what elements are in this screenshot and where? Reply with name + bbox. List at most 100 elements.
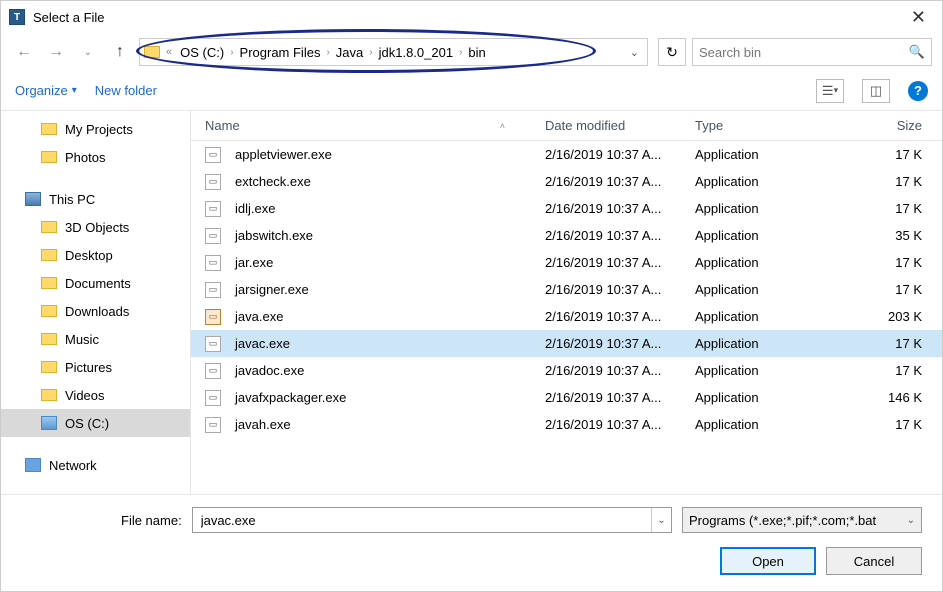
exe-icon: ▭ xyxy=(205,228,221,244)
cancel-button[interactable]: Cancel xyxy=(826,547,922,575)
refresh-button[interactable]: ↻ xyxy=(658,38,686,66)
file-type: Application xyxy=(695,201,845,216)
file-row[interactable]: ▭extcheck.exe2/16/2019 10:37 A...Applica… xyxy=(191,168,942,195)
folder-icon xyxy=(41,361,57,373)
file-row[interactable]: ▭jabswitch.exe2/16/2019 10:37 A...Applic… xyxy=(191,222,942,249)
file-row[interactable]: ▭idlj.exe2/16/2019 10:37 A...Application… xyxy=(191,195,942,222)
back-button[interactable]: ← xyxy=(11,39,37,65)
sidebar-item-os-c[interactable]: OS (C:) xyxy=(1,409,190,437)
file-type: Application xyxy=(695,336,845,351)
file-type: Application xyxy=(695,390,845,405)
file-date: 2/16/2019 10:37 A... xyxy=(545,174,695,189)
file-row[interactable]: ▭javafxpackager.exe2/16/2019 10:37 A...A… xyxy=(191,384,942,411)
search-icon: 🔍 xyxy=(909,44,925,60)
address-dropdown-icon[interactable]: ⌄ xyxy=(626,46,643,59)
file-row[interactable]: ▭javah.exe2/16/2019 10:37 A...Applicatio… xyxy=(191,411,942,438)
breadcrumb-item[interactable]: jdk1.8.0_201 xyxy=(373,45,459,60)
column-header-date[interactable]: Date modified xyxy=(545,118,695,133)
folder-icon xyxy=(41,333,57,345)
breadcrumb-item[interactable]: OS (C:) xyxy=(174,45,230,60)
file-row[interactable]: ▭appletviewer.exe2/16/2019 10:37 A...App… xyxy=(191,141,942,168)
help-button[interactable]: ? xyxy=(908,81,928,101)
file-name: jar.exe xyxy=(235,255,273,270)
file-size: 17 K xyxy=(845,147,942,162)
file-name: javadoc.exe xyxy=(235,363,304,378)
file-date: 2/16/2019 10:37 A... xyxy=(545,282,695,297)
file-date: 2/16/2019 10:37 A... xyxy=(545,336,695,351)
file-name: javafxpackager.exe xyxy=(235,390,346,405)
new-folder-button[interactable]: New folder xyxy=(95,83,157,98)
file-row[interactable]: ▭jarsigner.exe2/16/2019 10:37 A...Applic… xyxy=(191,276,942,303)
folder-icon xyxy=(144,46,160,58)
file-date: 2/16/2019 10:37 A... xyxy=(545,201,695,216)
column-header-type[interactable]: Type xyxy=(695,118,845,133)
nav-row: ← → ⌄ ↑ « OS (C:) › Program Files › Java… xyxy=(1,33,942,71)
file-row[interactable]: ▭jar.exe2/16/2019 10:37 A...Application1… xyxy=(191,249,942,276)
file-date: 2/16/2019 10:37 A... xyxy=(545,390,695,405)
file-type: Application xyxy=(695,282,845,297)
titlebar: T Select a File ✕ xyxy=(1,1,942,33)
search-box[interactable]: 🔍 xyxy=(692,38,932,66)
sort-ascending-icon: ˄ xyxy=(500,121,505,131)
file-row[interactable]: ▭javac.exe2/16/2019 10:37 A...Applicatio… xyxy=(191,330,942,357)
sidebar-item-downloads[interactable]: Downloads xyxy=(1,297,190,325)
file-size: 17 K xyxy=(845,336,942,351)
folder-icon xyxy=(41,221,57,233)
sidebar-item-documents[interactable]: Documents xyxy=(1,269,190,297)
breadcrumb-item[interactable]: Program Files xyxy=(234,45,327,60)
recent-dropdown[interactable]: ⌄ xyxy=(75,39,101,65)
up-button[interactable]: ↑ xyxy=(107,39,133,65)
search-input[interactable] xyxy=(699,45,909,60)
sidebar-item-my-projects[interactable]: My Projects xyxy=(1,115,190,143)
preview-pane-button[interactable]: ◫ xyxy=(862,79,890,103)
sidebar-item-pictures[interactable]: Pictures xyxy=(1,353,190,381)
file-type: Application xyxy=(695,417,845,432)
folder-icon xyxy=(41,389,57,401)
sidebar-item-videos[interactable]: Videos xyxy=(1,381,190,409)
file-row[interactable]: ▭javadoc.exe2/16/2019 10:37 A...Applicat… xyxy=(191,357,942,384)
sidebar-item-desktop[interactable]: Desktop xyxy=(1,241,190,269)
chevron-down-icon: ▾ xyxy=(72,85,77,96)
folder-icon xyxy=(41,277,57,289)
file-type: Application xyxy=(695,147,845,162)
file-type: Application xyxy=(695,309,845,324)
file-list: ▭appletviewer.exe2/16/2019 10:37 A...App… xyxy=(191,141,942,494)
sidebar-item-network[interactable]: Network xyxy=(1,451,190,479)
network-icon xyxy=(25,458,41,472)
breadcrumb-item[interactable]: Java xyxy=(330,45,369,60)
refresh-icon: ↻ xyxy=(666,44,678,61)
forward-button: → xyxy=(43,39,69,65)
sidebar-item-photos[interactable]: Photos xyxy=(1,143,190,171)
column-header-name[interactable]: Name˄ xyxy=(205,118,545,133)
file-type: Application xyxy=(695,363,845,378)
column-header-size[interactable]: Size xyxy=(845,118,942,133)
file-row[interactable]: ▭java.exe2/16/2019 10:37 A...Application… xyxy=(191,303,942,330)
close-button[interactable]: ✕ xyxy=(903,7,934,28)
exe-icon: ▭ xyxy=(205,282,221,298)
sidebar-item-3d-objects[interactable]: 3D Objects xyxy=(1,213,190,241)
file-name: idlj.exe xyxy=(235,201,275,216)
folder-icon xyxy=(41,151,57,163)
file-date: 2/16/2019 10:37 A... xyxy=(545,363,695,378)
filename-combo[interactable]: ⌄ xyxy=(192,507,672,533)
exe-icon: ▭ xyxy=(205,174,221,190)
sidebar-item-this-pc[interactable]: This PC xyxy=(1,185,190,213)
exe-icon: ▭ xyxy=(205,255,221,271)
file-type-filter[interactable]: Programs (*.exe;*.pif;*.com;*.bat ⌄ xyxy=(682,507,922,533)
folder-icon xyxy=(41,123,57,135)
file-name: appletviewer.exe xyxy=(235,147,332,162)
file-date: 2/16/2019 10:37 A... xyxy=(545,417,695,432)
column-headers: Name˄ Date modified Type Size xyxy=(191,111,942,141)
address-bar[interactable]: « OS (C:) › Program Files › Java › jdk1.… xyxy=(139,38,648,66)
filename-input[interactable] xyxy=(193,508,651,532)
organize-menu[interactable]: Organize ▾ xyxy=(15,83,77,98)
file-date: 2/16/2019 10:37 A... xyxy=(545,309,695,324)
breadcrumb-item[interactable]: bin xyxy=(462,45,491,60)
exe-icon: ▭ xyxy=(205,336,221,352)
file-date: 2/16/2019 10:37 A... xyxy=(545,255,695,270)
overflow-chevron-icon[interactable]: « xyxy=(166,46,172,58)
open-button[interactable]: Open xyxy=(720,547,816,575)
chevron-down-icon[interactable]: ⌄ xyxy=(651,508,671,532)
sidebar-item-music[interactable]: Music xyxy=(1,325,190,353)
view-mode-button[interactable]: ☰ ▾ xyxy=(816,79,844,103)
